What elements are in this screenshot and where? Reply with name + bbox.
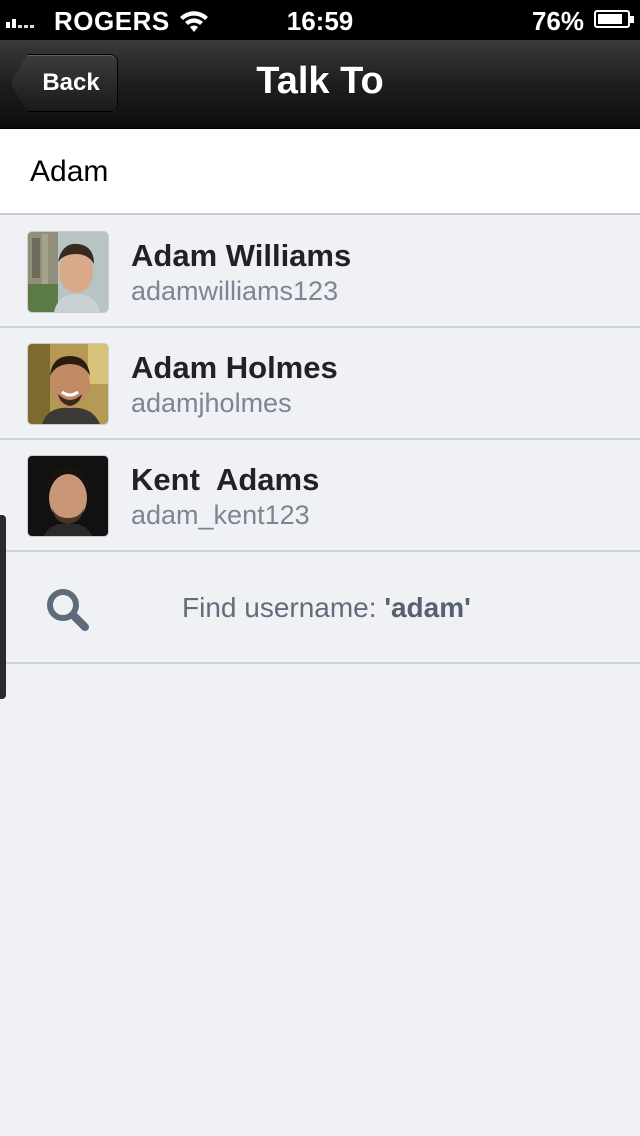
contact-row[interactable]: Adam Holmes adamjholmes (0, 328, 640, 440)
contact-name: Adam Holmes (131, 350, 338, 385)
battery-percentage: 76% (531, 6, 584, 36)
avatar (28, 456, 108, 536)
find-username-label: Find username: 'adam' (182, 592, 471, 624)
contact-results-list: Adam Williams adamwilliams123 Adam Holme… (0, 216, 640, 552)
avatar (28, 232, 108, 312)
page-title: Talk To (256, 60, 384, 102)
contact-name: Adam Williams (131, 238, 352, 273)
contact-username: adam_kent123 (131, 500, 310, 530)
battery-icon (594, 10, 634, 28)
find-username-prefix: Find username: (182, 592, 385, 623)
find-username-row[interactable]: Find username: 'adam' (0, 552, 640, 664)
contact-username: adamjholmes (131, 388, 292, 418)
contact-name: Kent Adams (131, 462, 320, 497)
find-username-query: 'adam' (384, 592, 471, 623)
search-icon (47, 589, 89, 631)
contact-row[interactable]: Kent Adams adam_kent123 (0, 440, 640, 552)
search-field-container (0, 129, 640, 215)
search-input[interactable] (30, 151, 610, 193)
edge-tab (0, 515, 6, 699)
navigation-bar: Back Talk To (0, 40, 640, 129)
status-bar: ROGERS 16:59 76% (0, 0, 640, 40)
avatar (28, 344, 108, 424)
contact-username: adamwilliams123 (131, 276, 339, 306)
contact-row[interactable]: Adam Williams adamwilliams123 (0, 216, 640, 328)
